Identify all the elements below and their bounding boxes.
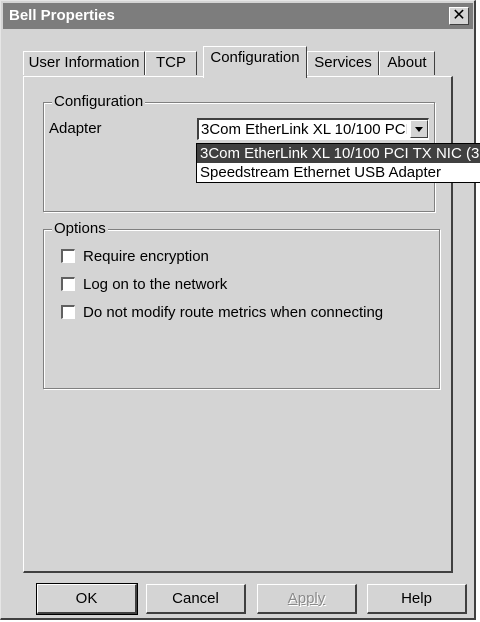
require-encryption-checkbox[interactable] — [61, 249, 75, 263]
tab-user-information[interactable]: User Information — [23, 51, 145, 75]
adapter-label: Adapter — [49, 120, 102, 137]
tab-services[interactable]: Services — [307, 51, 379, 75]
log-on-network-label: Log on to the network — [83, 275, 228, 293]
adapter-select[interactable]: 3Com EtherLink XL 10/100 PCI — [197, 118, 429, 140]
help-button[interactable]: Help — [367, 584, 467, 614]
route-metrics-option[interactable]: Do not modify route metrics when connect… — [61, 303, 383, 321]
close-icon[interactable]: ✕ — [449, 7, 469, 25]
require-encryption-label: Require encryption — [83, 247, 209, 265]
tab-about[interactable]: About — [379, 51, 435, 75]
apply-button-label: Apply — [287, 590, 326, 607]
title-bar[interactable]: Bell Properties ✕ — [3, 3, 473, 29]
adapter-option[interactable]: 3Com EtherLink XL 10/100 PCI TX NIC (3C — [197, 144, 480, 163]
options-group-label: Options — [52, 220, 108, 237]
require-encryption-option[interactable]: Require encryption — [61, 247, 209, 265]
route-metrics-checkbox[interactable] — [61, 305, 75, 319]
route-metrics-label: Do not modify route metrics when connect… — [83, 303, 384, 321]
apply-button[interactable]: Apply — [257, 584, 357, 614]
adapter-option[interactable]: Speedstream Ethernet USB Adapter — [197, 163, 480, 182]
log-on-network-option[interactable]: Log on to the network — [61, 275, 227, 293]
tab-tcp[interactable]: TCP — [145, 51, 197, 75]
log-on-network-checkbox[interactable] — [61, 277, 75, 291]
adapter-select-value: 3Com EtherLink XL 10/100 PCI — [201, 121, 407, 138]
window-title: Bell Properties — [9, 7, 115, 24]
configuration-group-label: Configuration — [52, 93, 146, 110]
adapter-dropdown-list: 3Com EtherLink XL 10/100 PCI TX NIC (3C … — [196, 143, 480, 183]
tab-configuration[interactable]: Configuration — [203, 46, 307, 78]
ok-button[interactable]: OK — [36, 583, 138, 615]
chevron-down-icon[interactable] — [410, 120, 428, 138]
properties-dialog: Bell Properties ✕ User Information TCP C… — [0, 0, 480, 620]
cancel-button[interactable]: Cancel — [146, 584, 246, 614]
